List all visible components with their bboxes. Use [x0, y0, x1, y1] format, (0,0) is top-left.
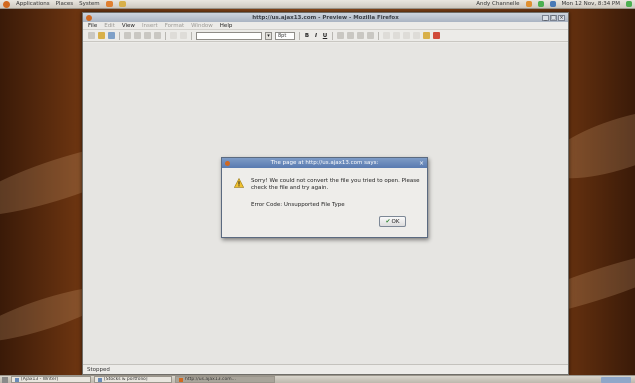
minimize-button[interactable]: _	[542, 14, 549, 21]
align-center-icon[interactable]	[347, 32, 354, 39]
highlight-icon[interactable]	[423, 32, 430, 39]
ok-button-label: OK	[391, 218, 400, 225]
menu-edit[interactable]: Edit	[104, 23, 115, 29]
maximize-button[interactable]: □	[550, 14, 557, 21]
taskbar-item-stocks[interactable]: [Stocks & portfolio]	[94, 376, 172, 383]
bottom-panel: [Ajax13 - Writer] [Stocks & portfolio] h…	[0, 375, 635, 383]
justify-icon[interactable]	[367, 32, 374, 39]
menu-format[interactable]: Format	[165, 23, 184, 29]
cut-icon[interactable]	[134, 32, 141, 39]
font-color-icon[interactable]	[433, 32, 440, 39]
menu-file[interactable]: File	[88, 23, 97, 29]
copy-icon[interactable]	[144, 32, 151, 39]
menu-applications[interactable]: Applications	[16, 1, 50, 7]
dialog-message: Sorry! We could not convert the file you…	[251, 178, 420, 191]
taskbar-item-writer[interactable]: [Ajax13 - Writer]	[11, 376, 91, 383]
formatting-toolbar: ▾ 8pt B I U	[83, 30, 568, 42]
ok-button[interactable]: ✔ OK	[379, 216, 406, 227]
dialog-title: The page at http://us.ajax13.com says:	[270, 160, 379, 166]
dialog-titlebar[interactable]: The page at http://us.ajax13.com says: ×	[222, 158, 427, 168]
menu-help[interactable]: Help	[220, 23, 233, 29]
save-icon[interactable]	[108, 32, 115, 39]
warning-icon	[234, 178, 244, 188]
volume-icon[interactable]	[549, 1, 556, 7]
open-folder-icon[interactable]	[98, 32, 105, 39]
show-desktop-icon[interactable]	[2, 376, 8, 383]
firefox-icon	[179, 377, 183, 382]
taskbar-item-preview[interactable]: http://us.ajax13.com...	[175, 376, 275, 383]
status-bar: Stopped	[83, 364, 568, 374]
print-icon[interactable]	[124, 32, 131, 39]
outdent-icon[interactable]	[403, 32, 410, 39]
font-size-select[interactable]: 8pt	[275, 31, 295, 40]
launcher-icon[interactable]	[118, 1, 126, 7]
menu-insert[interactable]: Insert	[142, 23, 158, 29]
dialog-error-code: Error Code: Unsupported File Type	[251, 202, 345, 208]
notification-icon[interactable]	[525, 1, 532, 7]
indent-icon[interactable]	[413, 32, 420, 39]
close-button[interactable]: ×	[558, 14, 565, 21]
alert-dialog: The page at http://us.ajax13.com says: ×…	[221, 157, 428, 238]
window-icon	[98, 377, 102, 382]
window-icon	[15, 377, 19, 382]
firefox-launcher-icon[interactable]	[105, 1, 113, 7]
menu-system[interactable]: System	[79, 1, 100, 7]
new-document-icon[interactable]	[88, 32, 95, 39]
undo-icon[interactable]	[170, 32, 177, 39]
align-right-icon[interactable]	[357, 32, 364, 39]
paste-icon[interactable]	[154, 32, 161, 39]
workspace-switcher[interactable]	[601, 376, 631, 383]
menu-places[interactable]: Places	[56, 1, 74, 7]
checkmark-icon: ✔	[385, 218, 391, 225]
redo-icon[interactable]	[180, 32, 187, 39]
bullet-list-icon[interactable]	[383, 32, 390, 39]
bold-button[interactable]: B	[304, 33, 310, 39]
style-dropdown-button[interactable]: ▾	[265, 31, 272, 40]
window-titlebar[interactable]: http://us.ajax13.com - Preview - Mozilla…	[83, 13, 568, 22]
status-text: Stopped	[87, 367, 110, 373]
underline-button[interactable]: U	[322, 33, 328, 39]
menu-window[interactable]: Window	[191, 23, 213, 29]
window-title: http://us.ajax13.com - Preview - Mozilla…	[252, 14, 399, 21]
gnome-foot-icon	[3, 0, 10, 8]
numbered-list-icon[interactable]	[393, 32, 400, 39]
italic-button[interactable]: I	[313, 33, 319, 39]
top-panel: Applications Places System Andy Channell…	[0, 0, 635, 9]
style-select[interactable]	[196, 31, 262, 40]
clock[interactable]: Mon 12 Nov, 8:34 PM	[562, 1, 620, 7]
menu-view[interactable]: View	[122, 23, 135, 29]
menubar: File Edit View Insert Format Window Help	[83, 22, 568, 30]
network-icon[interactable]	[537, 1, 544, 7]
user-name[interactable]: Andy Channelle	[476, 1, 519, 7]
power-icon[interactable]	[626, 1, 632, 7]
align-left-icon[interactable]	[337, 32, 344, 39]
dialog-close-button[interactable]: ×	[419, 160, 424, 167]
